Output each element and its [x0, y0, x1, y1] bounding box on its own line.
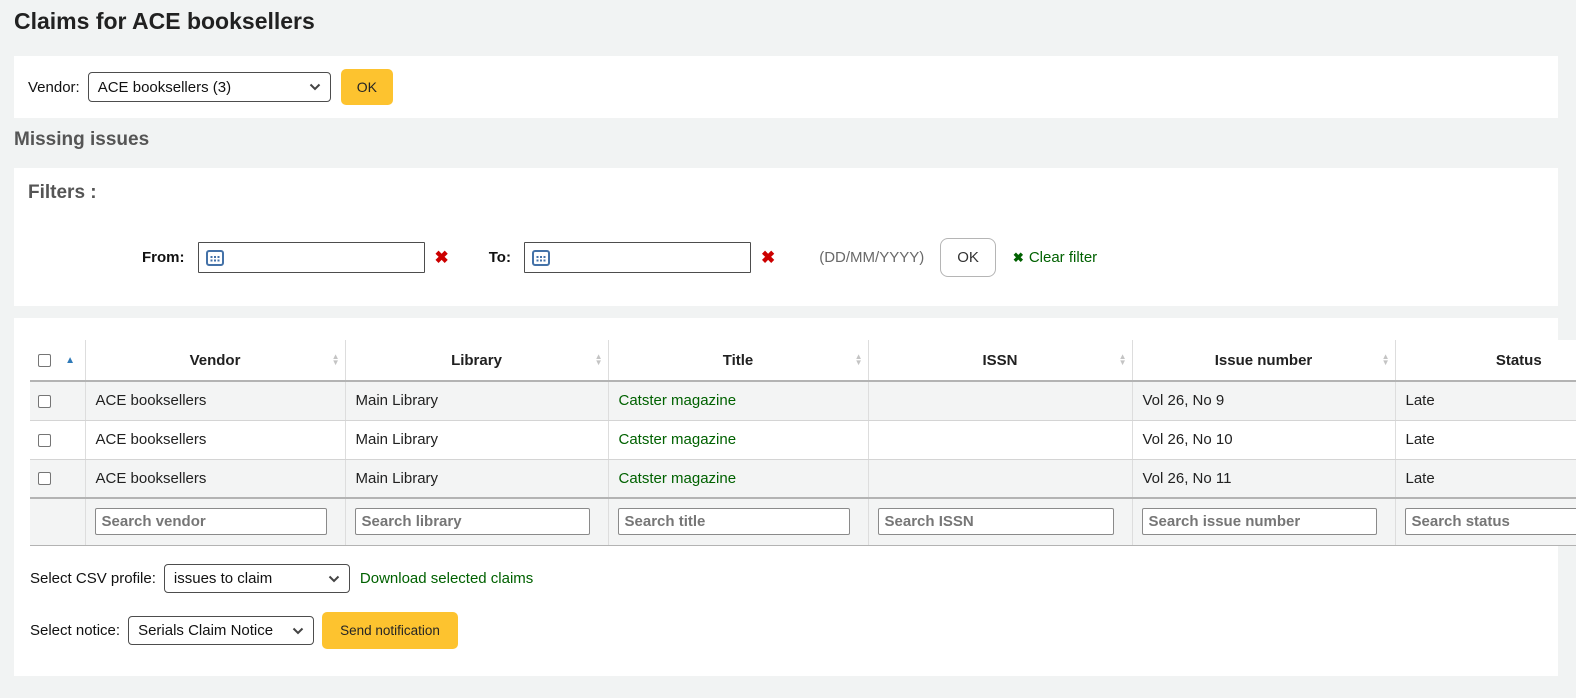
row-checkbox[interactable] [38, 472, 51, 485]
filters-panel: Filters : From: ✖ To: [14, 168, 1558, 306]
title-link[interactable]: Catster magazine [619, 431, 737, 448]
chevron-down-icon [292, 627, 304, 635]
vendor-label: Vendor: [28, 79, 80, 96]
notice-label: Select notice: [30, 622, 120, 639]
search-issue-number-input[interactable] [1142, 508, 1377, 535]
column-header-status[interactable]: Status ▲▼ [1395, 340, 1576, 381]
column-header-library[interactable]: Library ▲▼ [345, 340, 608, 381]
table-row: ACE booksellers Main Library Catster mag… [30, 420, 1576, 459]
cell-issn [868, 459, 1132, 498]
column-header-title[interactable]: Title ▲▼ [608, 340, 868, 381]
cell-issn [868, 381, 1132, 420]
clear-filter-label: Clear filter [1029, 249, 1097, 266]
column-header-issue-number[interactable]: Issue number ▲▼ [1132, 340, 1395, 381]
vendor-select-value: ACE booksellers (3) [98, 79, 231, 96]
notice-select[interactable]: Serials Claim Notice [128, 616, 314, 645]
claims-table: ▲ Vendor ▲▼ Library ▲▼ Title ▲▼ [30, 340, 1576, 546]
title-link[interactable]: Catster magazine [619, 470, 737, 487]
csv-profile-value: issues to claim [174, 570, 272, 587]
notice-value: Serials Claim Notice [138, 622, 273, 639]
search-title-input[interactable] [618, 508, 850, 535]
clear-from-date-icon[interactable]: ✖ [435, 248, 449, 268]
cell-status: Late [1395, 420, 1576, 459]
clear-to-date-icon[interactable]: ✖ [761, 248, 775, 268]
cell-library: Main Library [345, 459, 608, 498]
cell-issue-number: Vol 26, No 10 [1132, 420, 1395, 459]
table-header-row: ▲ Vendor ▲▼ Library ▲▼ Title ▲▼ [30, 340, 1576, 381]
calendar-icon [532, 249, 550, 266]
filter-ok-button[interactable]: OK [940, 238, 996, 277]
calendar-icon [206, 249, 224, 266]
vendor-ok-button[interactable]: OK [341, 69, 393, 105]
search-library-input[interactable] [355, 508, 590, 535]
sort-icon: ▲▼ [1119, 354, 1127, 366]
chevron-down-icon [328, 575, 340, 583]
page-title: Claims for ACE booksellers [14, 8, 315, 35]
cell-vendor: ACE booksellers [85, 420, 345, 459]
sort-icon: ▲▼ [332, 354, 340, 366]
cell-library: Main Library [345, 420, 608, 459]
column-header-issn[interactable]: ISSN ▲▼ [868, 340, 1132, 381]
vendor-select[interactable]: ACE booksellers (3) [88, 72, 331, 102]
select-all-checkbox[interactable] [38, 354, 51, 367]
clear-filter-icon: ✖ [1013, 250, 1024, 266]
from-label: From: [142, 249, 185, 266]
csv-profile-select[interactable]: issues to claim [164, 564, 350, 593]
to-date-input[interactable] [524, 242, 751, 273]
chevron-down-icon [309, 83, 321, 91]
search-status-input[interactable] [1405, 508, 1576, 535]
cell-status: Late [1395, 459, 1576, 498]
cell-issue-number: Vol 26, No 9 [1132, 381, 1395, 420]
from-date-input[interactable] [198, 242, 425, 273]
row-checkbox[interactable] [38, 434, 51, 447]
search-vendor-input[interactable] [95, 508, 327, 535]
claims-page: Claims for ACE booksellers Vendor: ACE b… [0, 0, 1576, 698]
to-label: To: [489, 249, 511, 266]
clear-filter-link[interactable]: ✖ Clear filter [1013, 249, 1097, 266]
cell-issn [868, 420, 1132, 459]
vendor-bar: Vendor: ACE booksellers (3) OK [14, 56, 1558, 118]
sort-icon: ▲▼ [1382, 354, 1390, 366]
column-header-vendor[interactable]: Vendor ▲▼ [85, 340, 345, 381]
cell-issue-number: Vol 26, No 11 [1132, 459, 1395, 498]
cell-vendor: ACE booksellers [85, 459, 345, 498]
download-claims-link[interactable]: Download selected claims [360, 570, 533, 587]
filters-heading: Filters : [28, 182, 97, 204]
table-row: ACE booksellers Main Library Catster mag… [30, 381, 1576, 420]
title-link[interactable]: Catster magazine [619, 392, 737, 409]
csv-controls-row: Select CSV profile: issues to claim Down… [30, 564, 533, 593]
sort-icon: ▲▼ [595, 354, 603, 366]
row-checkbox[interactable] [38, 395, 51, 408]
table-search-row [30, 498, 1576, 545]
cell-vendor: ACE booksellers [85, 381, 345, 420]
missing-issues-heading: Missing issues [14, 129, 149, 151]
date-filter-row: From: ✖ To: ✖ (DD/MM/YYYY) [142, 238, 1558, 277]
csv-profile-label: Select CSV profile: [30, 570, 156, 587]
send-notification-button[interactable]: Send notification [322, 612, 458, 649]
sort-icon: ▲▼ [855, 354, 863, 366]
select-all-header: ▲ [30, 340, 85, 381]
search-issn-input[interactable] [878, 508, 1114, 535]
cell-library: Main Library [345, 381, 608, 420]
sort-ascending-icon[interactable]: ▲ [65, 355, 75, 366]
table-row: ACE booksellers Main Library Catster mag… [30, 459, 1576, 498]
cell-status: Late [1395, 381, 1576, 420]
claims-panel: ▲ Vendor ▲▼ Library ▲▼ Title ▲▼ [14, 318, 1558, 676]
date-format-hint: (DD/MM/YYYY) [819, 249, 924, 266]
notice-controls-row: Select notice: Serials Claim Notice Send… [30, 612, 458, 649]
